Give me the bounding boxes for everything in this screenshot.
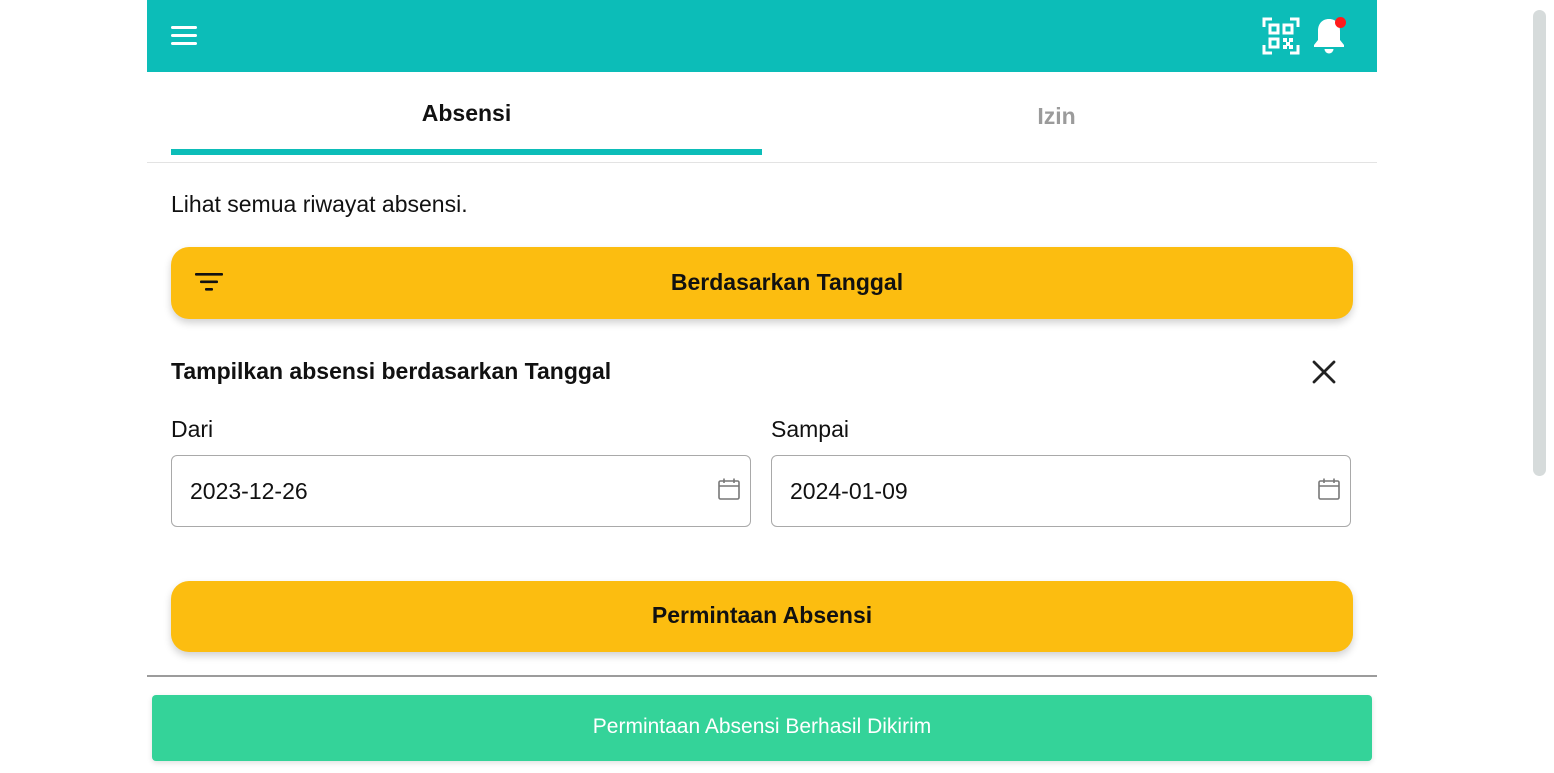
filter-by-date-button[interactable]: Berdasarkan Tanggal	[171, 247, 1353, 319]
notification-badge	[1335, 17, 1346, 28]
calendar-icon[interactable]	[718, 478, 740, 500]
tab-izin-label: Izin	[1037, 103, 1076, 129]
tab-izin[interactable]: Izin	[761, 72, 1352, 162]
hamburger-menu-icon[interactable]	[169, 22, 199, 50]
top-app-bar	[147, 0, 1377, 72]
scrollbar-thumb[interactable]	[1533, 10, 1546, 476]
tab-absensi-label: Absensi	[421, 100, 512, 126]
success-toast: Permintaan Absensi Berhasil Dikirim	[152, 695, 1372, 761]
filter-panel-title: Tampilkan absensi berdasarkan Tanggal	[171, 358, 612, 384]
from-date-input[interactable]: 2023-12-26	[171, 455, 751, 527]
active-tab-indicator	[171, 149, 762, 155]
divider	[147, 675, 1377, 677]
from-date-label: Dari	[171, 416, 214, 442]
from-date-value: 2023-12-26	[190, 478, 308, 504]
page-description: Lihat semua riwayat absensi.	[171, 191, 468, 217]
app-container: Absensi Izin Lihat semua riwayat absensi…	[147, 0, 1377, 773]
request-attendance-label: Permintaan Absensi	[651, 602, 873, 628]
close-icon[interactable]	[1311, 359, 1337, 385]
to-date-label: Sampai	[771, 416, 849, 442]
toast-message: Permintaan Absensi Berhasil Dikirim	[592, 715, 932, 738]
filter-button-label: Berdasarkan Tanggal	[670, 269, 904, 295]
qr-scan-icon[interactable]	[1262, 17, 1300, 55]
request-attendance-button[interactable]: Permintaan Absensi	[171, 581, 1353, 652]
to-date-value: 2024-01-09	[790, 478, 908, 504]
to-date-input[interactable]: 2024-01-09	[771, 455, 1351, 527]
calendar-icon[interactable]	[1318, 478, 1340, 500]
